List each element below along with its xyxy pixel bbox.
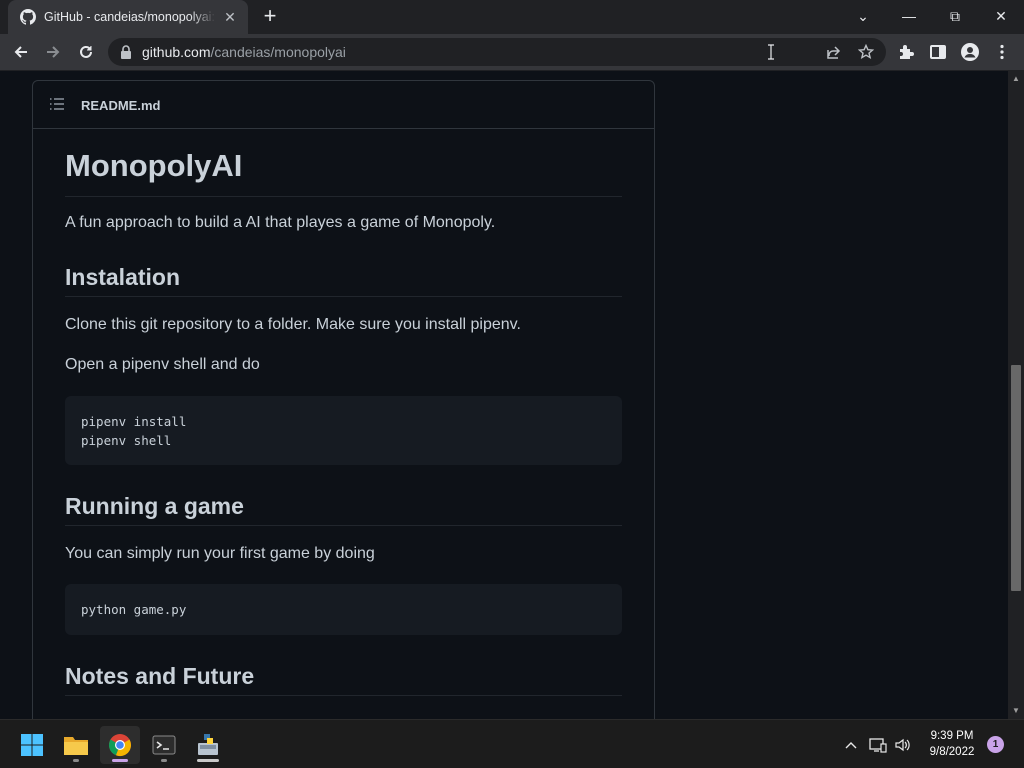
installation-paragraph-1: Clone this git repository to a folder. M… xyxy=(65,316,521,333)
notes-heading: Notes and Future xyxy=(65,663,622,696)
python-installer-icon xyxy=(198,734,218,755)
scrollbar-thumb[interactable] xyxy=(1011,365,1021,591)
readme-filename[interactable]: README.md xyxy=(81,98,160,113)
taskbar-file-explorer[interactable] xyxy=(56,726,96,764)
text-cursor-icon xyxy=(761,42,781,62)
forward-button[interactable] xyxy=(41,40,65,64)
close-tab-icon[interactable]: ✕ xyxy=(222,9,238,25)
bookmark-star-icon[interactable] xyxy=(856,42,876,62)
browser-toolbar: github.com/candeias/monopolyai xyxy=(0,34,1024,70)
running-indicator xyxy=(197,759,219,762)
kebab-menu-icon xyxy=(1000,44,1004,60)
taskbar-clock[interactable]: 9:39 PM 9/8/2022 xyxy=(922,728,982,760)
readme-header: README.md xyxy=(33,81,654,129)
browser-tab[interactable]: GitHub - candeias/monopolyai: A fun appr… xyxy=(8,0,248,34)
url-host: github.com xyxy=(142,44,211,60)
profile-button[interactable] xyxy=(958,40,982,64)
extensions-button[interactable] xyxy=(894,40,918,64)
running-indicator xyxy=(161,759,167,762)
taskbar-terminal[interactable] xyxy=(144,726,184,764)
reload-button[interactable] xyxy=(74,40,98,64)
running-indicator xyxy=(73,759,79,762)
page-viewport: README.md MonopolyAI A fun approach to b… xyxy=(0,71,1008,719)
minimize-button[interactable]: — xyxy=(895,4,923,28)
chevron-up-icon[interactable] xyxy=(842,736,860,754)
clock-time: 9:39 PM xyxy=(930,730,974,742)
restore-button[interactable]: ⧉ xyxy=(941,4,969,28)
start-button[interactable] xyxy=(12,726,52,764)
clock-date: 9/8/2022 xyxy=(929,746,975,758)
taskbar-python-installer[interactable] xyxy=(188,726,228,764)
start-icon xyxy=(21,734,43,756)
install-code-block: pipenv install pipenv shell xyxy=(65,396,622,465)
table-of-contents-icon[interactable] xyxy=(49,97,65,111)
lock-icon[interactable] xyxy=(120,45,132,59)
windows-taskbar: 9:39 PM 9/8/2022 1 xyxy=(0,719,1024,768)
reload-icon xyxy=(80,45,92,58)
active-indicator xyxy=(112,759,128,762)
address-bar[interactable]: github.com/candeias/monopolyai xyxy=(108,38,886,66)
installation-paragraph-2: Open a pipenv shell and do xyxy=(65,356,260,373)
side-panel-icon xyxy=(930,45,946,59)
back-button[interactable] xyxy=(9,40,33,64)
url-text[interactable]: github.com/candeias/monopolyai xyxy=(142,44,346,60)
file-explorer-icon xyxy=(64,737,88,755)
notification-badge[interactable]: 1 xyxy=(987,736,1004,753)
installation-heading: Instalation xyxy=(65,264,622,297)
run-code-block: python game.py xyxy=(65,584,622,635)
scroll-down-arrow[interactable]: ▼ xyxy=(1008,704,1024,718)
close-window-button[interactable]: ✕ xyxy=(987,4,1015,28)
volume-icon[interactable] xyxy=(894,736,912,754)
taskbar-chrome[interactable] xyxy=(100,726,140,764)
side-panel-button[interactable] xyxy=(926,40,950,64)
profile-icon xyxy=(961,43,979,61)
github-icon xyxy=(20,9,36,25)
tab-search-icon[interactable]: ⌄ xyxy=(849,4,877,28)
readme-title: MonopolyAI xyxy=(65,148,622,197)
terminal-icon xyxy=(152,735,176,755)
share-icon[interactable] xyxy=(824,42,844,62)
network-icon[interactable] xyxy=(869,736,887,754)
chrome-menu-button[interactable] xyxy=(990,40,1014,64)
chrome-icon xyxy=(108,734,132,757)
scroll-up-arrow[interactable]: ▲ xyxy=(1008,72,1024,86)
tab-title: GitHub - candeias/monopolyai: A fun appr… xyxy=(44,10,216,24)
puzzle-icon xyxy=(900,45,914,59)
forward-arrow-icon xyxy=(47,46,60,58)
running-paragraph: You can simply run your first game by do… xyxy=(65,545,375,562)
browser-tab-bar: GitHub - candeias/monopolyai: A fun appr… xyxy=(0,0,1024,34)
back-arrow-icon xyxy=(14,46,27,58)
new-tab-button[interactable]: + xyxy=(258,5,282,28)
url-path: /candeias/monopolyai xyxy=(210,44,346,60)
running-heading: Running a game xyxy=(65,493,622,526)
intro-paragraph: A fun approach to build a AI that playes… xyxy=(65,214,496,231)
